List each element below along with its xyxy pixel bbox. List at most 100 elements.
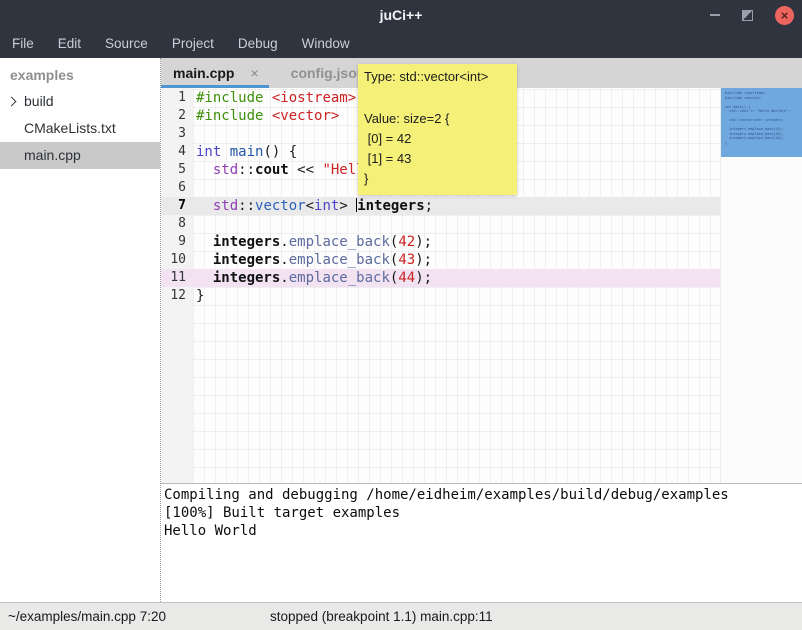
line-number[interactable]: 3 [161,125,193,143]
token-plain: . [280,234,288,250]
token-plain: < [306,198,314,214]
project-name: examples [0,58,160,88]
token-plain: . [280,270,288,286]
tooltip-value-line: [1] = 43 [364,149,511,169]
token-id: integers [357,198,424,214]
token-ns: std [213,162,238,178]
sidebar-item-label: main.cpp [24,147,81,163]
line-number[interactable]: 2 [161,107,193,125]
minimap-viewport[interactable]: #include <iostream>#include <vector> int… [721,88,802,157]
tooltip-value-line: [0] = 42 [364,129,511,149]
minimap-code: #include <iostream>#include <vector> int… [721,88,802,145]
line-number[interactable]: 8 [161,215,193,233]
code-row: 12} [161,287,721,305]
code-line[interactable]: std::vector<int> integers; [193,197,721,215]
code-row: 8 [161,215,721,233]
token-type: vector [255,198,306,214]
token-plain: > [339,198,356,214]
token-plain [196,270,213,286]
token-id: integers [213,234,280,250]
menu-item-window[interactable]: Window [290,30,362,58]
token-kw: int [196,144,221,160]
token-plain: . [280,252,288,268]
chevron-right-icon [7,97,17,107]
line-number[interactable]: 10 [161,251,193,269]
debug-status: stopped (breakpoint 1.1) main.cpp:11 [270,603,493,630]
tooltip-value-line: Value: size=2 { [364,109,511,129]
code-row: 10 integers.emplace_back(43); [161,251,721,269]
menu-item-debug[interactable]: Debug [226,30,290,58]
console-line: Compiling and debugging /home/eidheim/ex… [164,486,802,504]
close-icon[interactable]: × [775,6,794,25]
line-number[interactable]: 6 [161,179,193,197]
tooltip-type-line: Type: std::vector<int> [364,68,511,86]
token-mem: emplace_back [289,270,390,286]
menu-item-source[interactable]: Source [93,30,160,58]
token-plain [196,234,213,250]
token-plain [196,252,213,268]
file-tree: build CMakeLists.txt main.cpp [0,88,160,169]
tab-close-icon[interactable]: × [250,66,258,80]
token-fn: main [230,144,264,160]
console-line: [100%] Built target examples [164,504,802,522]
token-pre: #include [196,108,263,124]
line-number[interactable]: 1 [161,89,193,107]
code-row: 11 integers.emplace_back(44); [161,269,721,287]
tab-label: main.cpp [173,65,234,81]
window-controls: × [710,0,794,30]
token-plain [196,198,213,214]
line-number[interactable]: 5 [161,161,193,179]
tooltip-value-lines: Value: size=2 { [0] = 42 [1] = 43} [364,109,511,189]
sidebar-item-label: build [24,93,54,109]
token-id: integers [213,252,280,268]
token-plain: :: [238,198,255,214]
token-kw: int [314,198,339,214]
app-window: juCi++ × FileEditSourceProjectDebugWindo… [0,0,802,630]
file-tree-panel: examples build CMakeLists.txt main.cpp [0,58,160,602]
line-number[interactable]: 7 [161,197,193,215]
sidebar-item-cmakelists-txt[interactable]: CMakeLists.txt [0,115,160,142]
token-plain [263,108,271,124]
token-mem: emplace_back [289,234,390,250]
token-plain [263,90,271,106]
menu-item-edit[interactable]: Edit [46,30,93,58]
token-plain [221,144,229,160]
sidebar-item-main-cpp[interactable]: main.cpp [0,142,160,169]
tab-main-cpp[interactable]: main.cpp × [161,58,269,88]
cursor-location: ~/examples/main.cpp 7:20 [8,603,166,630]
code-line[interactable] [193,215,721,233]
minimize-icon[interactable] [710,14,720,16]
token-num: 42 [398,234,415,250]
code-line[interactable]: integers.emplace_back(44); [193,269,721,287]
window-title: juCi++ [0,0,802,30]
sidebar-item-build[interactable]: build [0,88,160,115]
line-number[interactable]: 11 [161,269,193,287]
code-row: 9 integers.emplace_back(42); [161,233,721,251]
titlebar: juCi++ × [0,0,802,30]
line-number[interactable]: 9 [161,233,193,251]
token-str: <vector> [272,108,339,124]
menu-item-project[interactable]: Project [160,30,226,58]
token-plain: () { [263,144,297,160]
line-number[interactable]: 12 [161,287,193,305]
menu-bar: FileEditSourceProjectDebugWindow [0,30,802,58]
restore-icon[interactable] [742,10,753,21]
token-plain: } [196,288,204,304]
menu-item-file[interactable]: File [0,30,46,58]
token-mem: emplace_back [289,252,390,268]
token-plain [196,162,213,178]
tab-label: config.json [291,65,366,81]
line-number[interactable]: 4 [161,143,193,161]
token-str: <iostream> [272,90,356,106]
token-plain: ; [425,198,433,214]
sidebar-item-label: CMakeLists.txt [24,120,116,136]
debug-value-tooltip: Type: std::vector<int> Value: size=2 { [… [358,64,517,195]
code-line[interactable]: integers.emplace_back(43); [193,251,721,269]
status-bar: ~/examples/main.cpp 7:20 stopped (breakp… [0,602,802,630]
token-plain: ); [415,270,432,286]
console-output[interactable]: Compiling and debugging /home/eidheim/ex… [161,484,802,602]
console-line: Hello World [164,522,802,540]
code-line[interactable]: integers.emplace_back(42); [193,233,721,251]
minimap[interactable]: #include <iostream>#include <vector> int… [720,88,802,483]
code-line[interactable]: } [193,287,721,305]
